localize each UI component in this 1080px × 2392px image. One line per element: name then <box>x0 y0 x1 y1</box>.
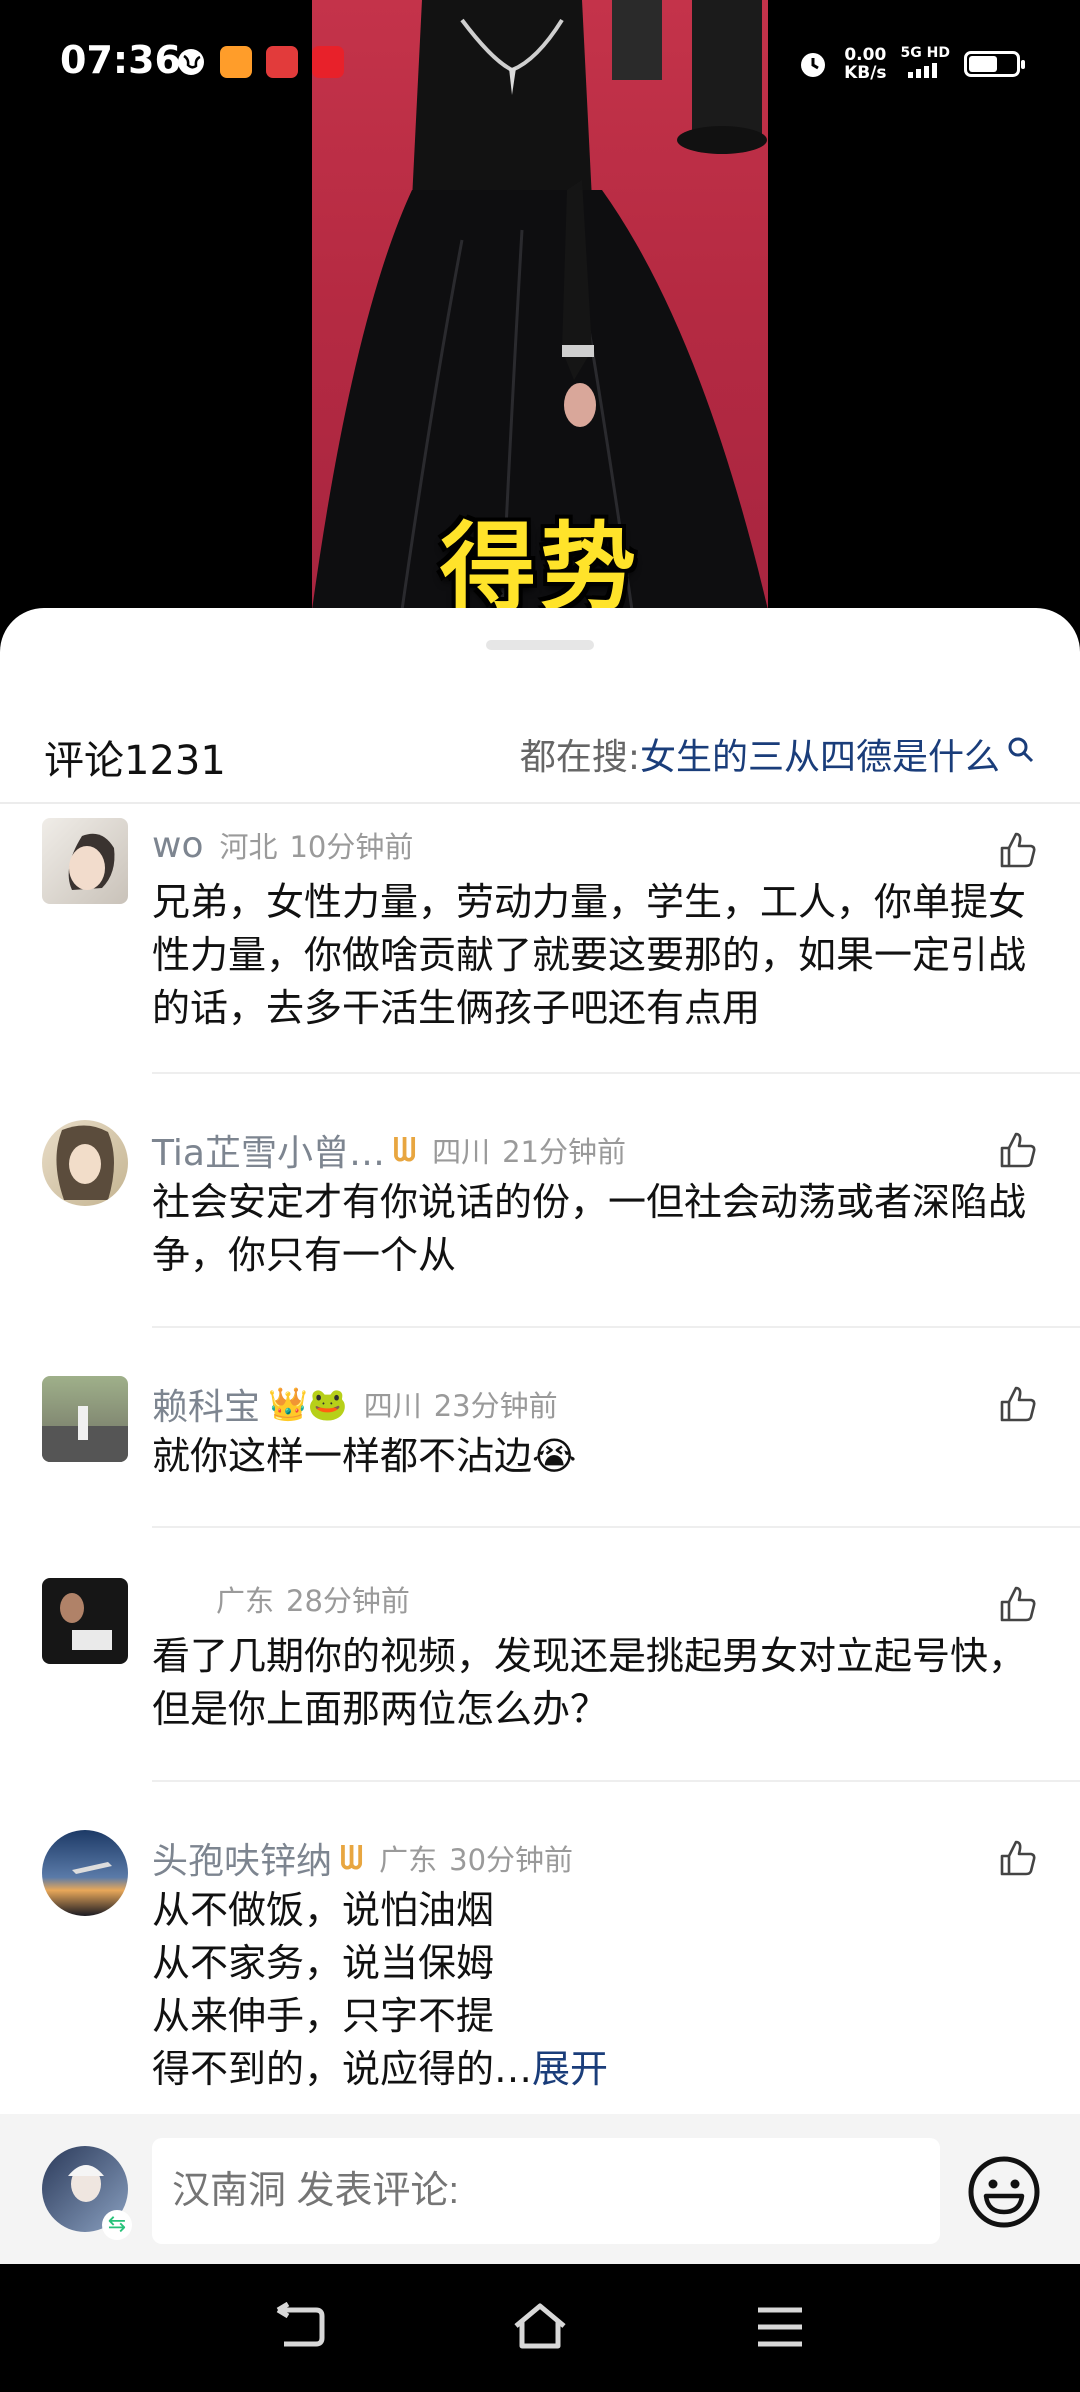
hot-search-link[interactable]: 都在搜: 女生的三从四德是什么 <box>520 728 1036 780</box>
thumbs-up-icon[interactable] <box>998 830 1038 870</box>
alarm-icon <box>801 52 826 77</box>
comment-time: 30分钟前 <box>449 1843 574 1877</box>
comment-nickname[interactable]: 头孢呋锌纳 <box>152 1832 332 1884</box>
comment-line: 从来伸手，只字不提 <box>152 1994 495 2038</box>
comment-meta: 头孢呋锌纳 ᗯ 广东 30分钟前 <box>152 1832 573 1884</box>
notification-icons <box>176 46 344 78</box>
thumbs-up-icon[interactable] <box>998 1130 1038 1170</box>
menu-icon[interactable] <box>752 2302 808 2352</box>
thumbs-up-icon[interactable] <box>998 1384 1038 1424</box>
status-bar: 07:36 0.00 KB/s 5G HD <box>0 0 1080 130</box>
battery-level <box>969 55 997 72</box>
comment-input-bar: ⇆ <box>0 2114 1080 2264</box>
vip-badge-icon: ᗯ <box>392 1130 417 1169</box>
emoji-icon[interactable] <box>966 2154 1042 2230</box>
comment-count: 评论1231 <box>44 738 226 784</box>
comment-text: 兄弟，女性力量，劳动力量，学生，工人，你单提女性力量，你做啥贡献了就要这要那的，… <box>152 880 1027 1030</box>
avatar[interactable] <box>42 818 128 904</box>
video-app-icon <box>220 46 252 78</box>
comment-time: 10分钟前 <box>289 830 414 864</box>
thumbs-up-icon[interactable] <box>998 1584 1038 1624</box>
battery-icon <box>964 50 1025 77</box>
switch-account-icon[interactable]: ⇆ <box>102 2210 132 2240</box>
comment-header: 评论1231 都在搜: 女生的三从四德是什么 <box>0 718 1080 798</box>
status-right: 0.00 KB/s 5G HD <box>796 44 1025 83</box>
comment-divider <box>152 1780 1080 1782</box>
expand-link[interactable]: 展开 <box>532 2047 608 2091</box>
comment-divider <box>152 1526 1080 1528</box>
hot-search-query[interactable]: 女生的三从四德是什么 <box>640 728 1000 780</box>
comment-region: 河北 <box>219 830 278 864</box>
vip-badge-icon: ᗯ <box>340 1838 364 1877</box>
comment-meta: Tia芷雪小曾… ᗯ 四川 21分钟前 <box>152 1124 626 1176</box>
comment-region: 四川 <box>363 1389 422 1423</box>
hot-search-prefix: 都在搜: <box>519 737 640 778</box>
comment-meta: 赖科宝 👑🐸 四川 23分钟前 <box>152 1378 558 1430</box>
home-icon[interactable] <box>512 2302 568 2352</box>
comment-divider <box>152 1326 1080 1328</box>
comment-text: 社会安定才有你说话的份，一但社会动荡或者深陷战争，你只有一个从 <box>152 1180 1027 1277</box>
header-divider <box>0 802 1080 804</box>
comment-nickname[interactable]: 赖科宝 <box>152 1378 260 1430</box>
comment-time: 28分钟前 <box>286 1584 410 1618</box>
comment-input[interactable] <box>152 2138 940 2244</box>
comment-nickname[interactable]: wo <box>152 825 203 866</box>
comment-sheet: 评论1231 都在搜: 女生的三从四德是什么 wo 河北 10分钟前 兄弟，女性… <box>0 608 1080 2264</box>
comment-region: 广东 <box>379 1843 438 1877</box>
gift-app-icon <box>312 46 344 78</box>
back-icon[interactable] <box>272 2302 328 2352</box>
shopping-app-icon <box>266 46 298 78</box>
comment-text: 看了几期你的视频，发现还是挑起男女对立起号快，但是你上面那两位怎么办？ <box>152 1634 1027 1731</box>
comment-time: 23分钟前 <box>433 1389 558 1423</box>
globe-icon <box>178 49 204 75</box>
system-nav-bar <box>0 2264 1080 2392</box>
signal-bars-icon <box>908 63 938 78</box>
comment-region: 四川 <box>432 1135 491 1169</box>
comment-region: 广东 <box>216 1584 275 1618</box>
comment-line: 得不到的，说应得的…展开 <box>152 2047 609 2091</box>
crown-frog-badge-icon: 👑🐸 <box>268 1385 348 1423</box>
comment-divider <box>152 1072 1080 1074</box>
comment-line: 从不家务，说当保姆 <box>152 1941 495 1985</box>
drag-handle[interactable] <box>486 640 594 650</box>
status-time: 07:36 <box>60 38 181 82</box>
avatar[interactable] <box>42 1578 128 1664</box>
search-icon <box>1008 737 1034 763</box>
avatar[interactable] <box>42 1120 128 1206</box>
comment-line: 从不做饭，说怕油烟 <box>152 1888 495 1932</box>
signal-indicator: 5G HD <box>901 44 950 83</box>
comment-meta: 广东 28分钟前 <box>152 1578 410 1620</box>
net-speed: 0.00 KB/s <box>844 44 887 83</box>
comment-text: 就你这样一样都不沾边😭 <box>152 1434 577 1478</box>
avatar[interactable] <box>42 1830 128 1916</box>
comment-time: 21分钟前 <box>502 1135 626 1169</box>
comment-meta: wo 河北 10分钟前 <box>152 824 413 866</box>
thumbs-up-icon[interactable] <box>998 1838 1038 1878</box>
comment-text: 从不做饭，说怕油烟 从不家务，说当保姆 从来伸手，只字不提 得不到的，说应得的…… <box>152 1884 1042 2096</box>
avatar[interactable] <box>42 1376 128 1462</box>
comment-nickname[interactable]: Tia芷雪小曾… <box>152 1124 385 1176</box>
